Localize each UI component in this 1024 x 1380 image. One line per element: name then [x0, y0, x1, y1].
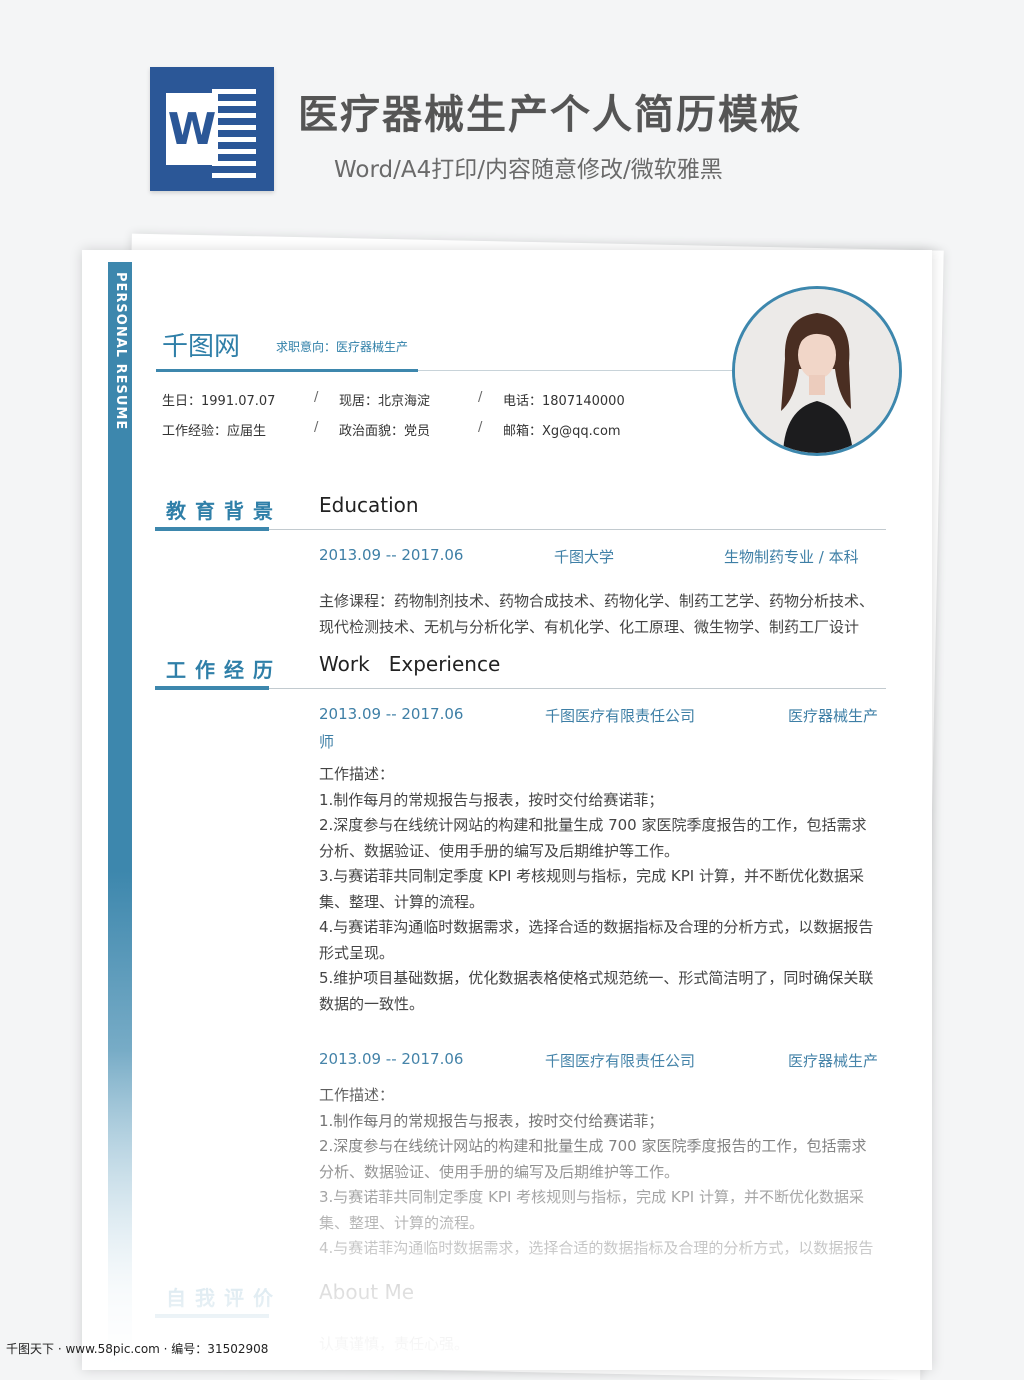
job-line: 1.制作每月的常规报告与报表，按时交付给赛诺菲； [319, 790, 664, 809]
job-intent: 求职意向：医疗器械生产 [276, 340, 409, 354]
info-birthday: 生日：1991.07.07 [162, 394, 276, 409]
section-title-work-en: Work Experience [319, 652, 501, 676]
job-line: 3.与赛诺菲共同制定季度 KPI 考核规则与指标，完成 KPI 计算，并不断优化… [319, 1188, 864, 1206]
section-title-about-cn: 自我评价 [166, 1286, 282, 1310]
course-line: 主修课程：药物制剂技术、药物合成技术、药物化学、制药工艺学、药物分析技术、 [319, 592, 875, 610]
name-divider [418, 370, 736, 371]
job-line: 形式呈现。 [319, 943, 395, 962]
job-line: 2.深度参与在线统计网站的构建和批量生成 700 家医院季度报告的工作，包括需求 [319, 1137, 867, 1155]
info-separator: / [314, 420, 319, 435]
job-company: 千图医疗有限责任公司 [545, 707, 696, 725]
watermark: 千图天下 · www.58pic.com · 编号：31502908 [6, 1342, 269, 1356]
page-subtitle: Word/A4打印/内容随意修改/微软雅黑 [334, 157, 723, 183]
job-line: 4.与赛诺菲沟通临时数据需求，选择合适的数据指标及合理的分析方式，以数据报告 [319, 1239, 874, 1257]
info-experience: 工作经验：应届生 [162, 424, 267, 439]
portrait-image [735, 289, 899, 453]
job-line: 4.与赛诺菲沟通临时数据需求，选择合适的数据指标及合理的分析方式，以数据报告 [319, 918, 874, 936]
info-politics: 政治面貌：党员 [339, 424, 431, 439]
name-underline [156, 369, 418, 372]
side-label: PERSONAL RESUME [113, 272, 128, 431]
profile-photo [732, 286, 902, 456]
info-separator: / [314, 390, 319, 405]
section-divider [269, 529, 886, 530]
job-line: 集、整理、计算的流程。 [319, 1213, 485, 1232]
course-line: 现代检测技术、无机与分析化学、有机化学、化工原理、微生物学、制药工厂设计 [319, 617, 860, 636]
job-line: 2.深度参与在线统计网站的构建和批量生成 700 家医院季度报告的工作，包括需求 [319, 816, 867, 834]
education-major: 生物制药专业 / 本科 [724, 548, 859, 566]
job-company: 千图医疗有限责任公司 [545, 1052, 696, 1070]
info-separator: / [478, 420, 483, 435]
job-line: 工作描述： [319, 1086, 395, 1104]
job-line: 工作描述： [319, 765, 395, 783]
job-line: 分析、数据验证、使用手册的编写及后期维护等工作。 [319, 1162, 680, 1181]
info-phone: 电话：1807140000 [503, 394, 625, 409]
section-title-work-cn: 工作经历 [166, 658, 282, 682]
job-period: 2013.09 -- 2017.06 [319, 705, 464, 723]
job-line: 5.维护项目基础数据，优化数据表格使格式规范统一、形式简洁明了，同时确保关联 [319, 969, 874, 987]
job-description: 工作描述： 1.制作每月的常规报告与报表，按时交付给赛诺菲； 2.深度参与在线统… [319, 762, 899, 1017]
word-w-letter: W [166, 93, 218, 165]
job-line: 数据的一致性。 [319, 994, 425, 1013]
candidate-name: 千图网 [162, 332, 241, 362]
job-line: 1.制作每月的常规报告与报表，按时交付给赛诺菲； [319, 1111, 664, 1130]
about-text: 认真谨慎，责任心强。 [319, 1335, 470, 1353]
education-courses: 主修课程：药物制剂技术、药物合成技术、药物化学、制药工艺学、药物分析技术、 现代… [319, 589, 899, 640]
job-position: 医疗器械生产 [788, 707, 879, 725]
section-title-education-cn: 教育背景 [166, 499, 282, 523]
resume-paper: PERSONAL RESUME 千图网 求职意向：医疗器械生产 生日：1991.… [82, 250, 932, 1370]
info-residence: 现居：北京海淀 [339, 394, 431, 409]
education-period: 2013.09 -- 2017.06 [319, 546, 464, 564]
info-email: 邮箱：Xg@qq.com [503, 424, 621, 439]
section-underline [155, 1314, 269, 1318]
section-underline [155, 686, 269, 690]
page-title: 医疗器械生产个人简历模板 [298, 92, 802, 138]
job-description: 工作描述： 1.制作每月的常规报告与报表，按时交付给赛诺菲； 2.深度参与在线统… [319, 1083, 899, 1262]
info-separator: / [478, 390, 483, 405]
job-period: 2013.09 -- 2017.06 [319, 1050, 464, 1068]
document-lines-icon [212, 89, 256, 185]
word-app-icon: W [150, 67, 274, 191]
section-title-about-en: About Me [319, 1280, 415, 1304]
job-position-wrap: 师 [319, 733, 335, 751]
section-divider [269, 688, 886, 689]
job-line: 3.与赛诺菲共同制定季度 KPI 考核规则与指标，完成 KPI 计算，并不断优化… [319, 867, 864, 885]
education-school: 千图大学 [554, 548, 615, 566]
section-underline [155, 527, 269, 531]
section-title-education-en: Education [319, 493, 419, 517]
job-line: 集、整理、计算的流程。 [319, 892, 485, 911]
job-position: 医疗器械生产 [788, 1052, 879, 1070]
job-line: 分析、数据验证、使用手册的编写及后期维护等工作。 [319, 841, 680, 860]
